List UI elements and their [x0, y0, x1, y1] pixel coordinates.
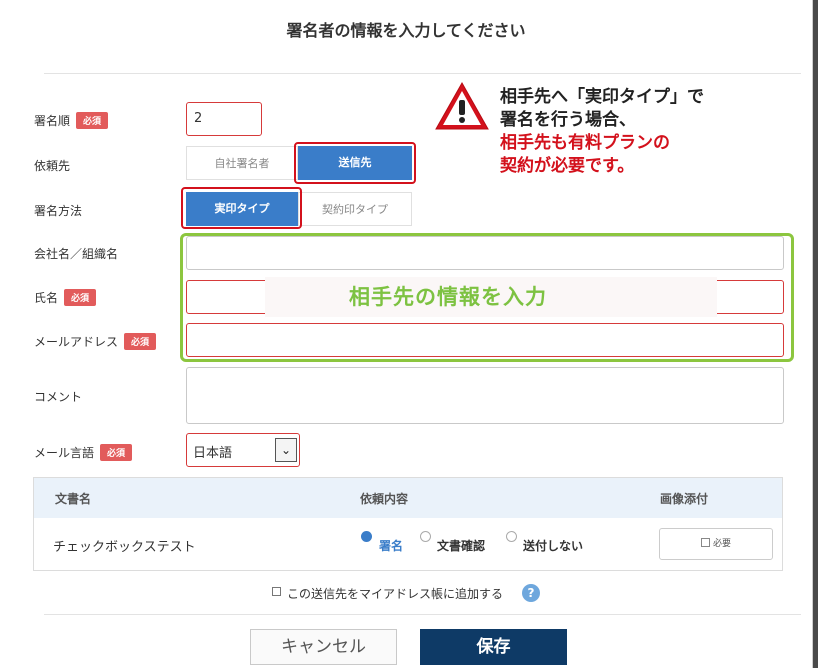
callout-line-3: 相手先も有料プランの — [500, 133, 670, 153]
order-label: 署名順 — [34, 114, 71, 128]
language-label: メール言語 — [34, 446, 95, 460]
recipient-label: 依頼先 — [34, 159, 71, 173]
name-label-row: 氏名 必須 — [34, 289, 97, 306]
header-request-type: 依頼内容 — [360, 492, 409, 506]
recipient-option-internal[interactable]: 自社署名者 — [186, 146, 298, 180]
email-label: メールアドレス — [34, 335, 119, 349]
radio-confirm[interactable] — [420, 531, 431, 542]
document-name-cell: チェックボックステスト — [53, 540, 196, 555]
radio-no-send[interactable] — [506, 531, 517, 542]
checkbox-icon — [700, 538, 710, 547]
required-badge: 必須 — [124, 333, 157, 350]
address-book-label[interactable]: この送信先をマイアドレス帳に追加する — [287, 585, 503, 602]
cancel-button[interactable]: キャンセル — [250, 629, 397, 665]
email-label-row: メールアドレス 必須 — [34, 333, 157, 350]
order-input[interactable]: 2 — [186, 102, 262, 136]
title-divider — [44, 73, 801, 74]
required-badge: 必須 — [76, 112, 109, 129]
header-image-attach: 画像添付 — [660, 492, 709, 506]
highlight-method — [181, 187, 302, 229]
language-label-row: メール言語 必須 — [34, 444, 133, 461]
save-button[interactable]: 保存 — [420, 629, 567, 665]
help-icon[interactable]: ? — [522, 584, 540, 602]
required-badge: 必須 — [100, 444, 133, 461]
warning-icon — [435, 81, 489, 130]
image-attach-toggle[interactable]: 必要 — [659, 528, 773, 560]
name-label: 氏名 — [34, 291, 59, 305]
header-document-name: 文書名 — [55, 492, 92, 506]
address-book-checkbox[interactable] — [272, 587, 281, 596]
callout-line-4: 契約が必要です。 — [500, 156, 635, 176]
required-badge: 必須 — [64, 289, 97, 306]
comment-textarea[interactable] — [186, 367, 784, 424]
documents-table: 文書名 依頼内容 画像添付 チェックボックステスト 署名 文書確認 送付しない … — [33, 477, 783, 571]
order-label-row: 署名順 必須 — [34, 112, 109, 129]
radio-sign[interactable] — [361, 531, 372, 542]
method-option-keiyaku[interactable]: 契約印タイプ — [298, 192, 412, 226]
company-label: 会社名／組織名 — [34, 247, 119, 261]
radio-sign-label[interactable]: 署名 — [379, 537, 403, 554]
dialog-title: 署名者の情報を入力してください — [286, 21, 526, 40]
table-header: 文書名 依頼内容 画像添付 — [34, 478, 782, 518]
comment-label: コメント — [34, 390, 83, 404]
callout-line-2: 署名を行う場合、 — [500, 110, 636, 130]
signer-info-dialog: 署名者の情報を入力してください 署名順 必須 2 依頼先 自社署名者 送信先 署名… — [0, 0, 813, 668]
method-label: 署名方法 — [34, 204, 83, 218]
highlight-recipient — [294, 142, 416, 184]
attach-label: 必要 — [712, 539, 731, 549]
radio-no-send-label[interactable]: 送付しない — [523, 537, 583, 554]
callout-line-1: 相手先へ「実印タイプ」で — [500, 87, 704, 107]
footer-divider — [44, 614, 801, 615]
counterparty-info-annotation: 相手先の情報を入力 — [265, 277, 717, 317]
warning-callout: 相手先へ「実印タイプ」で 署名を行う場合、 相手先も有料プランの 契約が必要です… — [500, 86, 704, 178]
chevron-down-icon[interactable]: ⌄ — [275, 438, 297, 462]
radio-confirm-label[interactable]: 文書確認 — [437, 537, 485, 554]
